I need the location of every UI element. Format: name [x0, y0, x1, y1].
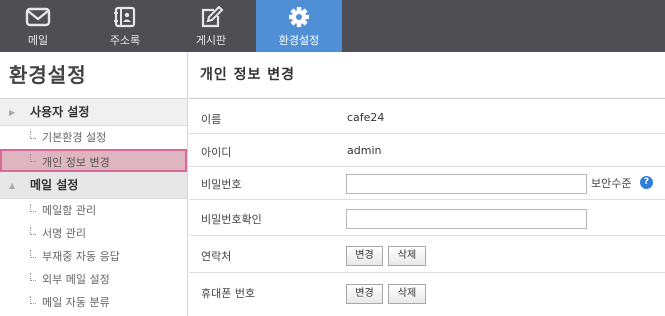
mobile-label: 휴대폰 번호 — [201, 287, 256, 300]
sidebar-item-personal-info[interactable]: 개인 정보 변경 — [0, 149, 187, 172]
sidebar-item-label: 개인 정보 변경 — [42, 156, 110, 169]
top-navigation: 메일 주소록 게시판 환경설정 — [0, 0, 665, 52]
page-title: 개인 정보 변경 — [189, 52, 665, 99]
tree-line-icon — [30, 273, 36, 281]
mobile-row: 휴대폰 번호 변경 삭제 — [189, 273, 665, 316]
mail-icon — [25, 7, 51, 27]
nav-settings[interactable]: 환경설정 — [256, 0, 342, 52]
expand-arrow-icon: ▲ — [9, 181, 16, 190]
password-label: 비밀번호 — [201, 178, 242, 191]
address-book-icon — [114, 6, 136, 28]
sidebar-item-auto-reply[interactable]: 부재중 자동 응답 — [0, 245, 187, 268]
nav-contacts[interactable]: 주소록 — [86, 0, 164, 52]
nav-settings-label: 환경설정 — [278, 34, 320, 47]
mobile-change-button[interactable]: 변경 — [346, 284, 383, 304]
tree-line-icon — [30, 154, 36, 162]
board-edit-icon — [201, 6, 224, 28]
password-input[interactable] — [346, 174, 587, 194]
sidebar-item-auto-filter[interactable]: 메일 자동 분류 — [0, 291, 187, 314]
id-label: 아이디 — [201, 146, 232, 159]
mobile-delete-button[interactable]: 삭제 — [388, 284, 426, 304]
tree-line-icon — [30, 131, 36, 139]
sidebar-item-label: 외부 메일 설정 — [42, 273, 110, 286]
name-value: cafe24 — [347, 111, 385, 124]
sidebar-item-mailbox-manage[interactable]: 메일함 관리 — [0, 199, 187, 222]
main-content: 개인 정보 변경 이름 cafe24 아이디 admin 비밀번호 보안수준 ?… — [189, 52, 665, 316]
help-icon[interactable]: ? — [640, 176, 653, 189]
contact-change-button[interactable]: 변경 — [346, 246, 383, 266]
nav-contacts-label: 주소록 — [109, 34, 141, 47]
tree-line-icon — [30, 250, 36, 258]
id-row: 아이디 admin — [189, 134, 665, 167]
contact-label: 연락처 — [201, 250, 232, 263]
nav-mail[interactable]: 메일 — [0, 0, 76, 52]
name-label: 이름 — [201, 113, 222, 126]
tree-line-icon — [30, 296, 36, 304]
section-mail-settings[interactable]: ▲ 메일 설정 — [0, 172, 187, 199]
contact-delete-button[interactable]: 삭제 — [388, 246, 426, 266]
sidebar-item-external-mail[interactable]: 외부 메일 설정 — [0, 268, 187, 291]
sidebar-item-label: 기본환경 설정 — [42, 131, 107, 144]
password-confirm-row: 비밀번호확인 — [189, 200, 665, 236]
id-value: admin — [347, 144, 382, 157]
sidebar-item-label: 서명 관리 — [42, 227, 86, 240]
sidebar-item-label: 메일 자동 분류 — [42, 296, 110, 309]
sidebar-item-basic-settings[interactable]: 기본환경 설정 — [0, 126, 187, 149]
nav-board[interactable]: 게시판 — [172, 0, 250, 52]
tree-line-icon — [30, 204, 36, 212]
contact-row: 연락처 변경 삭제 — [189, 236, 665, 273]
password-confirm-input[interactable] — [346, 209, 587, 229]
nav-board-label: 게시판 — [195, 34, 227, 47]
gear-icon — [289, 7, 309, 27]
section-mail-settings-label: 메일 설정 — [30, 178, 79, 192]
section-user-settings-label: 사용자 설정 — [30, 105, 90, 119]
nav-mail-label: 메일 — [27, 34, 49, 47]
section-user-settings[interactable]: ▶ 사용자 설정 — [0, 99, 187, 126]
sidebar-title: 환경설정 — [0, 52, 187, 99]
settings-sidebar: 환경설정 ▶ 사용자 설정 기본환경 설정 개인 정보 변경 ▲ 메일 설정 메… — [0, 52, 188, 316]
security-level-label: 보안수준 — [591, 177, 632, 190]
tree-line-icon — [30, 227, 36, 235]
password-row: 비밀번호 보안수준 ? — [189, 167, 665, 200]
sidebar-item-label: 부재중 자동 응답 — [42, 250, 120, 263]
password-confirm-label: 비밀번호확인 — [201, 213, 262, 226]
sidebar-item-signature[interactable]: 서명 관리 — [0, 222, 187, 245]
sidebar-item-label: 메일함 관리 — [42, 204, 97, 217]
name-row: 이름 cafe24 — [189, 100, 665, 134]
collapse-arrow-icon: ▶ — [9, 108, 16, 117]
